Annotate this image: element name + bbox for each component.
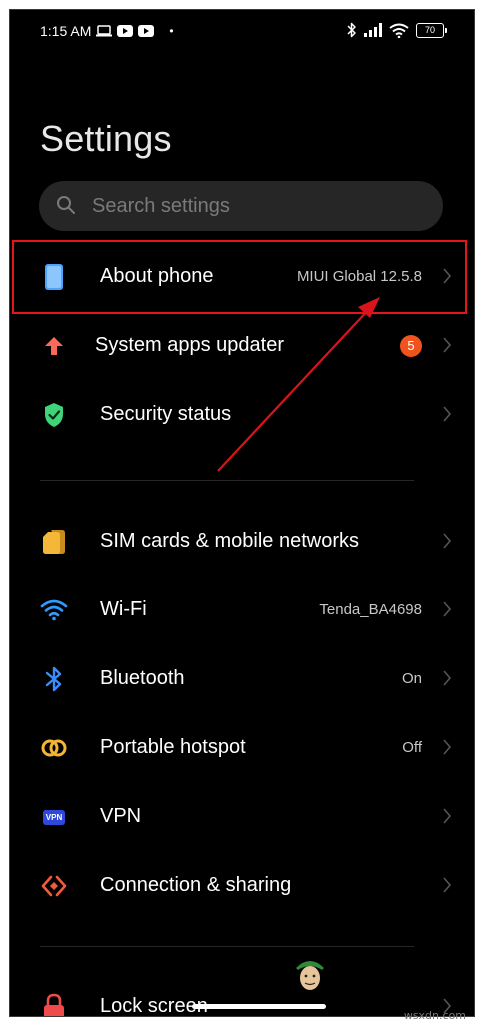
- shield-check-icon: [40, 401, 68, 429]
- chevron-right-icon: [443, 808, 452, 824]
- search-placeholder: Search settings: [92, 195, 230, 217]
- chevron-right-icon: [443, 337, 452, 353]
- settings-item-bluetooth[interactable]: Bluetooth On: [10, 647, 474, 711]
- settings-item-label: SIM cards & mobile networks: [100, 530, 359, 552]
- section-divider: [40, 480, 414, 481]
- settings-item-portable-hotspot[interactable]: Portable hotspot Off: [10, 716, 474, 780]
- arrow-up-icon: [40, 332, 68, 360]
- signal-icon: [364, 23, 382, 37]
- youtube-icon: [138, 25, 155, 37]
- chevron-right-icon: [443, 877, 452, 893]
- settings-item-label: Connection & sharing: [100, 874, 292, 896]
- settings-item-system-apps-updater[interactable]: System apps updater 5: [10, 314, 474, 378]
- vpn-icon: VPN: [40, 803, 68, 831]
- wifi-status-icon: [389, 23, 409, 38]
- laptop-icon: [96, 25, 113, 37]
- page-title: Settings: [40, 118, 172, 159]
- settings-item-label: System apps updater: [95, 334, 284, 356]
- settings-item-wifi[interactable]: Wi-Fi Tenda_BA4698: [10, 578, 474, 642]
- status-bar: 1:15 AM • 70: [10, 10, 474, 54]
- home-indicator[interactable]: [192, 1004, 326, 1009]
- status-bar-left: 1:15 AM •: [40, 23, 174, 39]
- section-divider: [40, 946, 414, 947]
- settings-item-sim-cards[interactable]: SIM cards & mobile networks: [10, 510, 474, 574]
- settings-item-value: On: [401, 670, 422, 687]
- sim-card-icon: [40, 528, 68, 556]
- settings-item-value: Off: [402, 739, 422, 756]
- notification-dot: •: [169, 24, 174, 38]
- settings-item-label: Bluetooth: [100, 667, 185, 689]
- hotspot-icon: [40, 734, 68, 762]
- phone-screen: 1:15 AM • 70 Settings Search settings Ab…: [9, 9, 475, 1017]
- lock-icon: [40, 993, 68, 1016]
- settings-item-value: Tenda_BA4698: [319, 601, 422, 618]
- settings-item-security-status[interactable]: Security status: [10, 383, 474, 447]
- connection-sharing-icon: [40, 872, 68, 900]
- youtube-icon: [117, 25, 134, 37]
- chevron-right-icon: [443, 533, 452, 549]
- vpn-icon-text: VPN: [42, 809, 66, 825]
- settings-item-connection-sharing[interactable]: Connection & sharing: [10, 854, 474, 918]
- update-count-badge: 5: [400, 335, 422, 357]
- search-icon: [57, 196, 75, 214]
- settings-item-label: VPN: [100, 805, 142, 827]
- annotation-highlight-box: [12, 240, 467, 314]
- status-bar-right: 70: [347, 22, 447, 38]
- chevron-right-icon: [443, 601, 452, 617]
- settings-item-label: Security status: [100, 403, 232, 425]
- chevron-right-icon: [443, 406, 452, 422]
- status-time: 1:15 AM: [40, 23, 92, 39]
- battery-icon: 70: [416, 22, 447, 38]
- search-input[interactable]: Search settings: [39, 181, 443, 231]
- watermark-text: wsxdn.com: [403, 1009, 466, 1022]
- bluetooth-icon: [40, 665, 68, 693]
- chevron-right-icon: [443, 739, 452, 755]
- bluetooth-status-icon: [347, 22, 356, 38]
- settings-item-label: Portable hotspot: [100, 736, 246, 758]
- settings-item-label: Wi-Fi: [100, 598, 147, 620]
- chevron-right-icon: [443, 670, 452, 686]
- settings-item-vpn[interactable]: VPN VPN: [10, 785, 474, 849]
- mascot-logo-icon: [296, 961, 324, 990]
- wifi-icon: [40, 596, 68, 624]
